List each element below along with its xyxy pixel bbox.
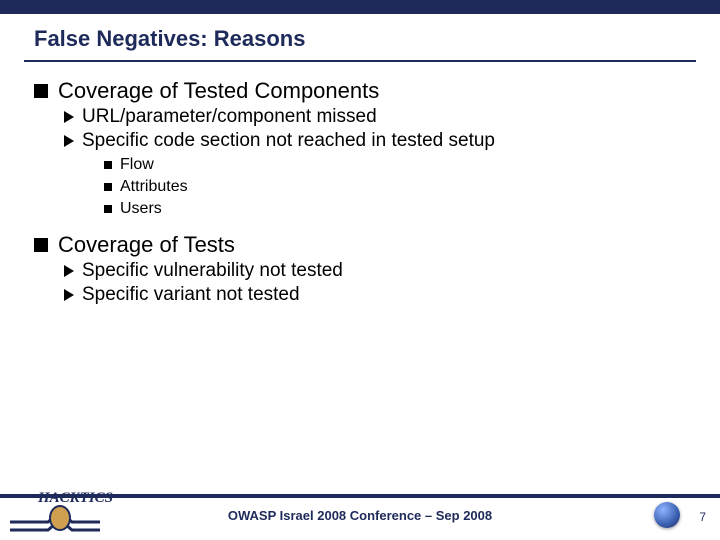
level1-text: Coverage of Tested Components xyxy=(58,78,379,104)
level2-text: Specific code section not reached in tes… xyxy=(82,130,495,152)
triangle-bullet-icon xyxy=(64,265,74,277)
level2-text: URL/parameter/component missed xyxy=(82,106,377,128)
footer: HACKTICS OWASP Israel 2008 Conference – … xyxy=(0,488,720,540)
level3-text: Attributes xyxy=(120,178,188,196)
bullet-level3: Attributes xyxy=(104,178,720,196)
level2-text: Specific vulnerability not tested xyxy=(82,260,343,282)
small-square-bullet-icon xyxy=(104,161,112,169)
level1-text: Coverage of Tests xyxy=(58,232,235,258)
triangle-bullet-icon xyxy=(64,289,74,301)
bullet-level3: Users xyxy=(104,200,720,218)
small-square-bullet-icon xyxy=(104,183,112,191)
bullet-level1: Coverage of Tested Components xyxy=(34,78,720,104)
small-square-bullet-icon xyxy=(104,205,112,213)
square-bullet-icon xyxy=(34,84,48,98)
conference-label: OWASP Israel 2008 Conference – Sep 2008 xyxy=(0,508,720,523)
bullet-level3: Flow xyxy=(104,156,720,174)
level3-text: Flow xyxy=(120,156,154,174)
slide-title: False Negatives: Reasons xyxy=(0,14,720,60)
bullet-level1: Coverage of Tests xyxy=(34,232,720,258)
level3-text: Users xyxy=(120,200,162,218)
triangle-bullet-icon xyxy=(64,135,74,147)
bullet-level2: Specific variant not tested xyxy=(64,284,720,306)
bullet-level2: Specific code section not reached in tes… xyxy=(64,130,720,152)
bullet-level2: Specific vulnerability not tested xyxy=(64,260,720,282)
square-bullet-icon xyxy=(34,238,48,252)
triangle-bullet-icon xyxy=(64,111,74,123)
bullet-level2: URL/parameter/component missed xyxy=(64,106,720,128)
content-area: Coverage of Tested Components URL/parame… xyxy=(0,78,720,306)
slide: False Negatives: Reasons Coverage of Tes… xyxy=(0,0,720,540)
top-bar xyxy=(0,0,720,14)
page-number: 7 xyxy=(699,510,706,524)
globe-icon xyxy=(654,502,680,528)
level2-text: Specific variant not tested xyxy=(82,284,300,306)
title-underline xyxy=(24,60,696,62)
logo-text: HACKTICS xyxy=(37,490,113,506)
